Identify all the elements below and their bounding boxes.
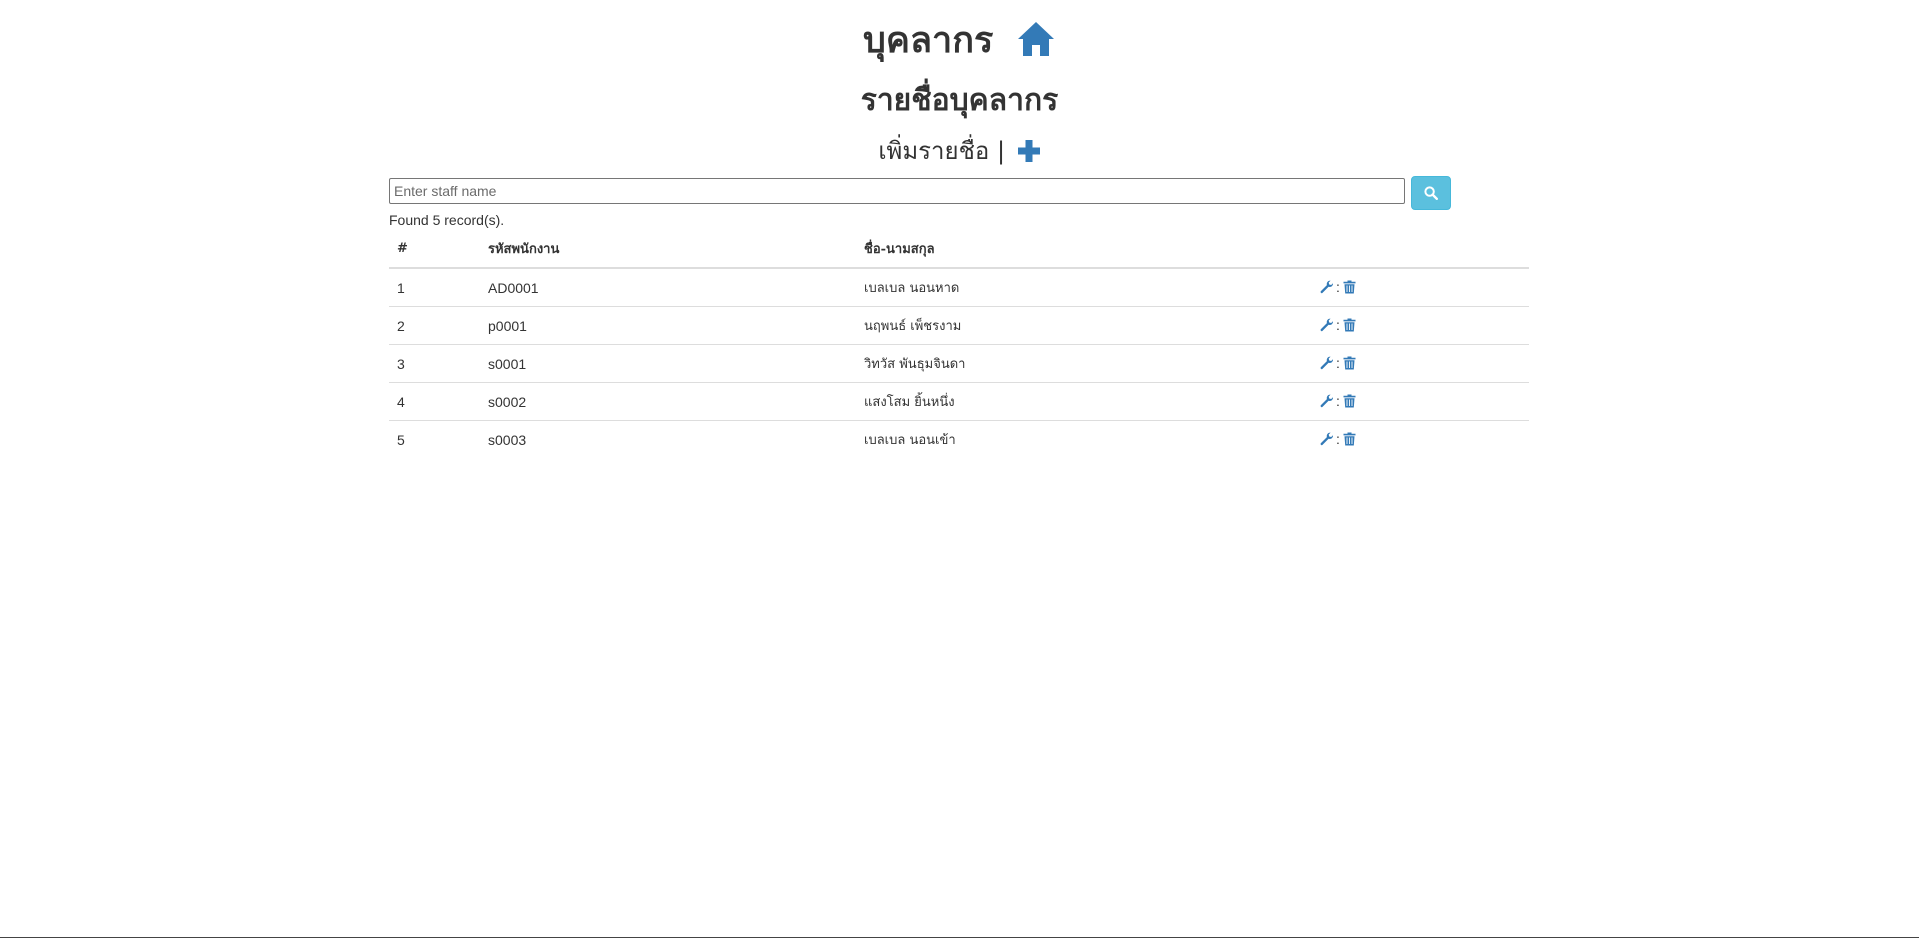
row-actions: : — [1312, 382, 1529, 421]
add-staff-link[interactable]: เพิ่มรายชื่อ — [878, 137, 989, 165]
table-row: 2 p0001 นฤพนธ์ เพ็ชรงาม : — [389, 306, 1529, 345]
action-separator: : — [1336, 316, 1340, 333]
staff-code: AD0001 — [488, 279, 539, 296]
row-actions: : — [1312, 306, 1529, 345]
records-found-text: Found 5 record(s). — [389, 212, 505, 228]
table-row: 4 s0002 แสงโสม ยิ้นหนึ่ง : — [389, 382, 1529, 421]
staff-name: เบลเบล นอนหาด — [864, 281, 960, 296]
column-header-actions — [1312, 230, 1529, 269]
trash-icon[interactable] — [1343, 432, 1356, 446]
add-separator: | — [996, 137, 1006, 165]
row-actions: : — [1312, 268, 1529, 307]
column-header-number: # — [389, 230, 480, 269]
trash-icon[interactable] — [1343, 356, 1356, 370]
wrench-icon[interactable] — [1320, 280, 1334, 294]
table-header-row: # รหัสพนักงาน ชื่อ-นามสกุล — [389, 230, 1529, 269]
wrench-icon[interactable] — [1320, 356, 1334, 370]
row-actions: : — [1312, 420, 1529, 458]
page: บุคลากร รายชื่อบุคลากร เพิ่มรายชื่อ | Fo… — [0, 0, 1919, 938]
table-row: 5 s0003 เบลเบล นอนเข้า : — [389, 420, 1529, 458]
action-separator: : — [1336, 278, 1340, 295]
action-separator: : — [1336, 430, 1340, 447]
row-number: 2 — [389, 306, 480, 345]
row-number: 5 — [389, 420, 480, 458]
row-actions: : — [1312, 344, 1529, 383]
wrench-icon[interactable] — [1320, 394, 1334, 408]
row-number: 4 — [389, 382, 480, 421]
staff-code: s0003 — [480, 420, 856, 458]
staff-name: เบลเบล นอนเข้า — [856, 420, 1312, 458]
column-header-staff-code: รหัสพนักงาน — [480, 230, 856, 269]
add-staff-row: เพิ่มรายชื่อ | — [0, 134, 1919, 172]
trash-icon[interactable] — [1343, 394, 1356, 408]
staff-code: p0001 — [480, 306, 856, 345]
staff-code: s0001 — [480, 344, 856, 383]
trash-icon[interactable] — [1343, 318, 1356, 332]
row-number: 3 — [389, 344, 480, 383]
staff-name: วิทวัส พันธุมจินดา — [856, 344, 1312, 383]
action-separator: : — [1336, 392, 1340, 409]
column-header-full-name: ชื่อ-นามสกุล — [856, 230, 1312, 269]
plus-icon[interactable] — [1017, 138, 1041, 172]
staff-code: s0002 — [480, 382, 856, 421]
table-row: 1 AD0001 เบลเบล นอนหาด : — [389, 268, 1529, 307]
row-number: 1 — [397, 279, 405, 296]
staff-table: # รหัสพนักงาน ชื่อ-นามสกุล 1 AD0001 เบลเ… — [389, 230, 1529, 458]
search-button[interactable] — [1411, 176, 1451, 210]
table-row: 3 s0001 วิทวัส พันธุมจินดา : — [389, 344, 1529, 383]
search-input[interactable] — [389, 178, 1405, 204]
search-icon — [1424, 186, 1439, 201]
staff-name: แสงโสม ยิ้นหนึ่ง — [856, 382, 1312, 421]
trash-icon[interactable] — [1343, 280, 1356, 294]
page-title: บุคลากร — [863, 20, 994, 61]
staff-name: นฤพนธ์ เพ็ชรงาม — [856, 306, 1312, 345]
wrench-icon[interactable] — [1320, 432, 1334, 446]
action-separator: : — [1336, 354, 1340, 371]
page-header: บุคลากร — [0, 16, 1919, 72]
home-icon[interactable] — [1016, 20, 1056, 72]
page-subtitle: รายชื่อบุคลากร — [860, 83, 1059, 118]
wrench-icon[interactable] — [1320, 318, 1334, 332]
